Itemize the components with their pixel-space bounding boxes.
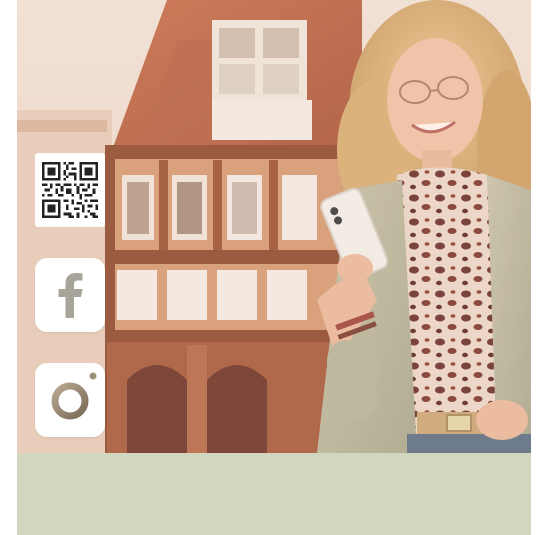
- content-frame: [17, 0, 531, 535]
- instagram-icon: [51, 372, 97, 420]
- facebook-icon: [58, 273, 83, 318]
- footer-band: [17, 453, 531, 535]
- facebook-link-button[interactable]: [35, 258, 105, 332]
- qr-code-icon: [42, 162, 98, 218]
- instagram-link-button[interactable]: [35, 363, 105, 437]
- qr-code-tile[interactable]: [35, 153, 105, 227]
